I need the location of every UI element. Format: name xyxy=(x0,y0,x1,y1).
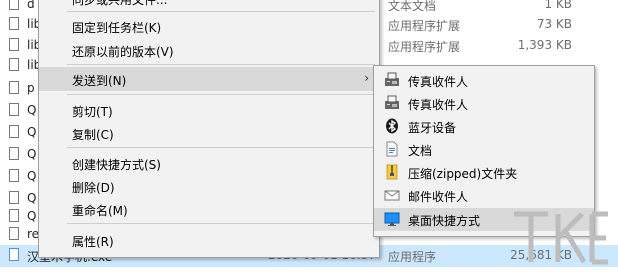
menu-separator xyxy=(67,11,375,12)
text-file-icon xyxy=(9,227,19,240)
menu-item-label: 属性(R) xyxy=(72,235,114,249)
file-name: Q xyxy=(27,125,37,139)
dll-file-icon xyxy=(9,38,19,51)
file-name: Q xyxy=(27,103,37,117)
file-name: Q xyxy=(27,191,37,205)
menu-separator xyxy=(67,64,375,65)
file-name: p xyxy=(27,81,35,95)
dll-file-icon xyxy=(9,17,19,30)
dll-file-icon xyxy=(9,169,19,182)
watermark-logo xyxy=(508,200,614,270)
menu-item-label: 重命名(M) xyxy=(72,204,128,218)
dll-file-icon xyxy=(9,125,19,138)
dll-file-icon xyxy=(9,147,19,160)
send-to-bluetooth[interactable]: 蓝牙设备 xyxy=(374,115,594,138)
bluetooth-icon xyxy=(384,118,400,134)
file-size: 1,393 KB xyxy=(517,38,572,52)
desktop-icon xyxy=(384,211,400,227)
submenu-item-label: 蓝牙设备 xyxy=(408,121,457,135)
file-name: Q xyxy=(27,147,37,161)
menu-item-cut[interactable]: 剪切(T) xyxy=(39,98,379,122)
menu-separator xyxy=(67,147,375,148)
file-type: 应用程序扩展 xyxy=(388,19,461,33)
menu-item-delete[interactable]: 删除(D) xyxy=(39,174,379,198)
menu-item-pin-taskbar[interactable]: 固定到任务栏(K) xyxy=(39,14,379,38)
menu-separator xyxy=(67,223,375,224)
documents-icon xyxy=(384,141,400,157)
file-name: Q xyxy=(27,169,37,183)
fax-icon xyxy=(384,72,400,88)
file-type: 应用程序扩展 xyxy=(388,40,461,54)
chevron-right-icon: › xyxy=(364,71,369,85)
dll-file-icon xyxy=(9,191,19,204)
dll-file-icon xyxy=(9,103,19,116)
menu-item-copy[interactable]: 复制(C) xyxy=(39,121,379,145)
send-to-fax-recipient[interactable]: 传真收件人 xyxy=(374,69,594,92)
file-type: 文本文档 xyxy=(388,0,437,13)
zip-folder-icon xyxy=(384,164,400,180)
menu-item-label: 还原以前的版本(V) xyxy=(72,45,174,59)
file-type: 应用程序 xyxy=(388,250,437,264)
menu-item-label: 同步或共用文件... xyxy=(72,0,168,7)
menu-item-label: 固定到任务栏(K) xyxy=(72,21,162,35)
menu-item-label: 创建快捷方式(S) xyxy=(72,158,161,172)
menu-item-restore-versions[interactable]: 还原以前的版本(V) xyxy=(39,38,379,62)
file-name: Q xyxy=(27,209,37,223)
send-to-zip-folder[interactable]: 压缩(zipped)文件夹 xyxy=(374,161,594,184)
submenu-item-label: 传真收件人 xyxy=(408,98,469,112)
file-size: 73 KB xyxy=(536,17,572,31)
submenu-item-label: 文档 xyxy=(408,144,433,158)
menu-item-send-to[interactable]: 发送到(N) › xyxy=(39,67,379,91)
dll-file-icon xyxy=(9,81,19,94)
fax-icon xyxy=(384,95,400,111)
submenu-item-label: 压缩(zipped)文件夹 xyxy=(408,167,518,181)
menu-item-label: 发送到(N) xyxy=(72,74,127,88)
context-menu: 同步或共用文件... 固定到任务栏(K) 还原以前的版本(V) 发送到(N) ›… xyxy=(38,0,380,258)
send-to-documents[interactable]: 文档 xyxy=(374,138,594,161)
menu-separator xyxy=(67,94,375,95)
menu-item-properties[interactable]: 属性(R) xyxy=(39,228,379,252)
menu-item-label: 复制(C) xyxy=(72,128,114,142)
dll-file-icon xyxy=(9,58,19,71)
menu-item-create-shortcut[interactable]: 创建快捷方式(S) xyxy=(39,151,379,175)
submenu-item-label: 邮件收件人 xyxy=(408,190,469,204)
dll-file-icon xyxy=(9,209,19,222)
file-name: d xyxy=(27,0,35,11)
file-size: 1 KB xyxy=(544,0,572,11)
send-to-fax-recipient[interactable]: 传真收件人 xyxy=(374,92,594,115)
submenu-item-label: 传真收件人 xyxy=(408,75,469,89)
mail-icon xyxy=(384,187,400,203)
submenu-item-label: 桌面快捷方式 xyxy=(408,214,481,228)
menu-item-label: 删除(D) xyxy=(72,181,115,195)
text-file-icon xyxy=(9,0,19,10)
menu-item-label: 剪切(T) xyxy=(72,105,113,119)
menu-item-partial[interactable]: 同步或共用文件... xyxy=(39,0,379,9)
menu-item-rename[interactable]: 重命名(M) xyxy=(39,197,379,221)
exe-file-icon xyxy=(9,248,19,261)
